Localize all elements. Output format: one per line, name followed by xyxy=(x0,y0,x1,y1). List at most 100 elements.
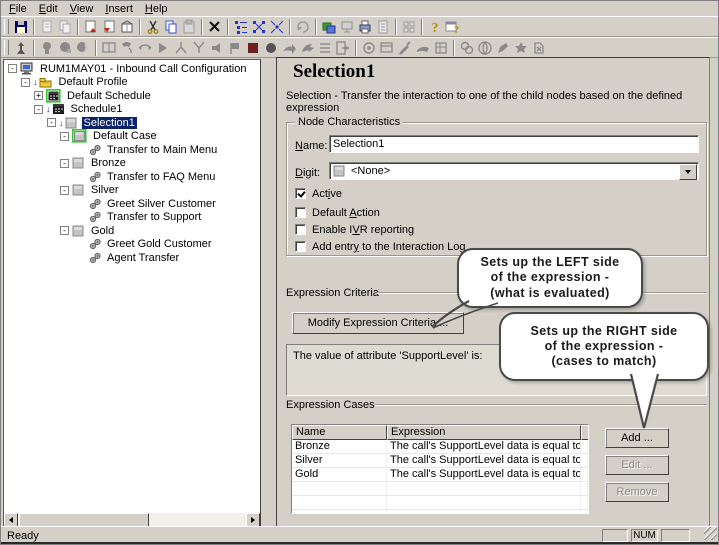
expander-icon[interactable]: - xyxy=(60,132,69,141)
tree-list-icon[interactable] xyxy=(232,18,250,35)
add-button[interactable]: Add ... xyxy=(605,428,669,448)
column-header-name[interactable]: Name xyxy=(292,425,387,440)
publish-icon[interactable] xyxy=(320,18,338,35)
connect-icon[interactable] xyxy=(338,18,356,35)
cut-icon[interactable] xyxy=(144,18,162,35)
tree-item-greet-gold[interactable]: Greet Gold Customer xyxy=(5,238,259,252)
copy-properties-icon[interactable] xyxy=(56,18,74,35)
tree-item-gold[interactable]: - Gold xyxy=(5,224,259,238)
expander-icon[interactable]: - xyxy=(47,118,56,127)
route-point-tool-icon[interactable] xyxy=(298,39,316,56)
route-tool-icon[interactable] xyxy=(12,39,30,56)
tree-item-silver[interactable]: - Silver xyxy=(5,184,259,198)
menu-insert[interactable]: Insert xyxy=(99,2,139,16)
call-transfer-tool-icon[interactable] xyxy=(136,39,154,56)
tree-item-selection1[interactable]: - ↓ Selection1 xyxy=(5,116,259,130)
target-filled-tool-icon[interactable] xyxy=(56,39,74,56)
expand-all-icon[interactable] xyxy=(250,18,268,35)
exit-tool-icon[interactable] xyxy=(334,39,352,56)
forward-tool-icon[interactable] xyxy=(280,39,298,56)
ivr-reporting-checkbox[interactable] xyxy=(295,224,306,235)
digit-combobox[interactable]: <None> xyxy=(329,162,699,180)
table-row[interactable]: Silver The call's SupportLevel data is e… xyxy=(292,454,588,468)
scrollbar-thumb[interactable] xyxy=(19,513,149,527)
expander-icon[interactable]: + xyxy=(34,91,43,100)
tree-item-transfer-faq-menu[interactable]: Transfer to FAQ Menu xyxy=(5,170,259,184)
toolbar-grip-2[interactable] xyxy=(4,40,9,55)
save-icon[interactable] xyxy=(12,18,30,35)
history-icon[interactable] xyxy=(294,18,312,35)
collapse-all-icon[interactable] xyxy=(268,18,286,35)
expander-icon[interactable]: - xyxy=(60,226,69,235)
tree-item-agent-transfer[interactable]: Agent Transfer xyxy=(5,251,259,265)
tree-horizontal-scrollbar[interactable] xyxy=(4,513,260,527)
combo-dropdown-button[interactable] xyxy=(679,164,697,180)
settings-tool-icon[interactable] xyxy=(396,39,414,56)
phone-tool-icon[interactable] xyxy=(118,39,136,56)
table-row[interactable]: Gold The call's SupportLevel data is equ… xyxy=(292,468,588,482)
tree-item-bronze[interactable]: - Bronze xyxy=(5,157,259,171)
interaction-log-checkbox-row[interactable]: Add entry to the Interaction Log xyxy=(295,240,466,253)
link-tool-icon[interactable] xyxy=(458,39,476,56)
scroll-right-icon[interactable] xyxy=(246,513,260,527)
scroll-left-icon[interactable] xyxy=(4,513,18,527)
announce-tool-icon[interactable] xyxy=(208,39,226,56)
import-tool-icon[interactable] xyxy=(360,39,378,56)
branch-tool-icon[interactable] xyxy=(172,39,190,56)
edit-button[interactable]: Edit ... xyxy=(605,455,669,475)
copy-icon[interactable] xyxy=(162,18,180,35)
active-checkbox[interactable] xyxy=(295,188,306,199)
context-help-icon[interactable]: ? xyxy=(444,18,462,35)
default-action-checkbox-row[interactable]: Default Action xyxy=(295,206,380,219)
remove-tool-icon[interactable] xyxy=(530,39,548,56)
resize-grip[interactable] xyxy=(704,527,717,540)
expander-icon[interactable]: - xyxy=(60,186,69,195)
table-tool-icon[interactable] xyxy=(512,39,530,56)
table-row[interactable]: Bronze The call's SupportLevel data is e… xyxy=(292,440,588,454)
check-in-icon[interactable] xyxy=(82,18,100,35)
expander-icon[interactable]: - xyxy=(60,159,69,168)
default-action-checkbox[interactable] xyxy=(295,207,306,218)
record-tool-icon[interactable] xyxy=(262,39,280,56)
check-out-icon[interactable] xyxy=(100,18,118,35)
tree-item-schedule1[interactable]: - ↓ Schedule1 xyxy=(5,103,259,117)
menu-view[interactable]: View xyxy=(64,2,100,16)
menu-file[interactable]: File xyxy=(3,2,33,16)
play-tool-icon[interactable] xyxy=(154,39,172,56)
help-icon[interactable]: ? xyxy=(426,18,444,35)
merge-tool-icon[interactable] xyxy=(190,39,208,56)
menu-edit[interactable]: Edit xyxy=(33,2,64,16)
report-icon[interactable] xyxy=(374,18,392,35)
package-icon[interactable] xyxy=(118,18,136,35)
flag-tool-icon[interactable] xyxy=(226,39,244,56)
expander-icon[interactable]: - xyxy=(21,78,30,87)
draw-tool-icon[interactable] xyxy=(494,39,512,56)
expression-cases-table[interactable]: Name Expression Bronze The call's Suppor… xyxy=(291,424,589,514)
toolbar-grip[interactable] xyxy=(4,19,9,34)
expander-icon[interactable]: - xyxy=(8,64,17,73)
tree-item-default-profile[interactable]: - ↓ Default Profile xyxy=(5,76,259,90)
tree-item-default-schedule[interactable]: + Default Schedule xyxy=(5,89,259,103)
list-tool-icon[interactable] xyxy=(316,39,334,56)
remove-button[interactable]: Remove xyxy=(605,482,669,502)
tree-item-transfer-support[interactable]: Transfer to Support xyxy=(5,211,259,225)
delete-icon[interactable] xyxy=(206,18,224,35)
cut-tool-icon[interactable] xyxy=(414,39,432,56)
paste-icon[interactable] xyxy=(180,18,198,35)
redirect-tool-icon[interactable] xyxy=(432,39,450,56)
name-input[interactable] xyxy=(329,135,699,153)
tiles-icon[interactable] xyxy=(400,18,418,35)
tree-item-greet-silver[interactable]: Greet Silver Customer xyxy=(5,197,259,211)
globe-tool-icon[interactable] xyxy=(476,39,494,56)
tree-item-transfer-main-menu[interactable]: Transfer to Main Menu xyxy=(5,143,259,157)
tree-item-rum1may01[interactable]: - RUM1MAY01 - Inbound Call Configuration xyxy=(5,62,259,76)
print-icon[interactable] xyxy=(356,18,374,35)
window-tool-icon[interactable] xyxy=(378,39,396,56)
tree-item-default-case[interactable]: - Default Case xyxy=(5,130,259,144)
target-partial-tool-icon[interactable] xyxy=(74,39,92,56)
stop-tool-icon[interactable] xyxy=(244,39,262,56)
menu-help[interactable]: Help xyxy=(139,2,174,16)
target-tool-icon[interactable] xyxy=(38,39,56,56)
expander-icon[interactable]: - xyxy=(34,105,43,114)
column-header-expression[interactable]: Expression xyxy=(387,425,581,440)
